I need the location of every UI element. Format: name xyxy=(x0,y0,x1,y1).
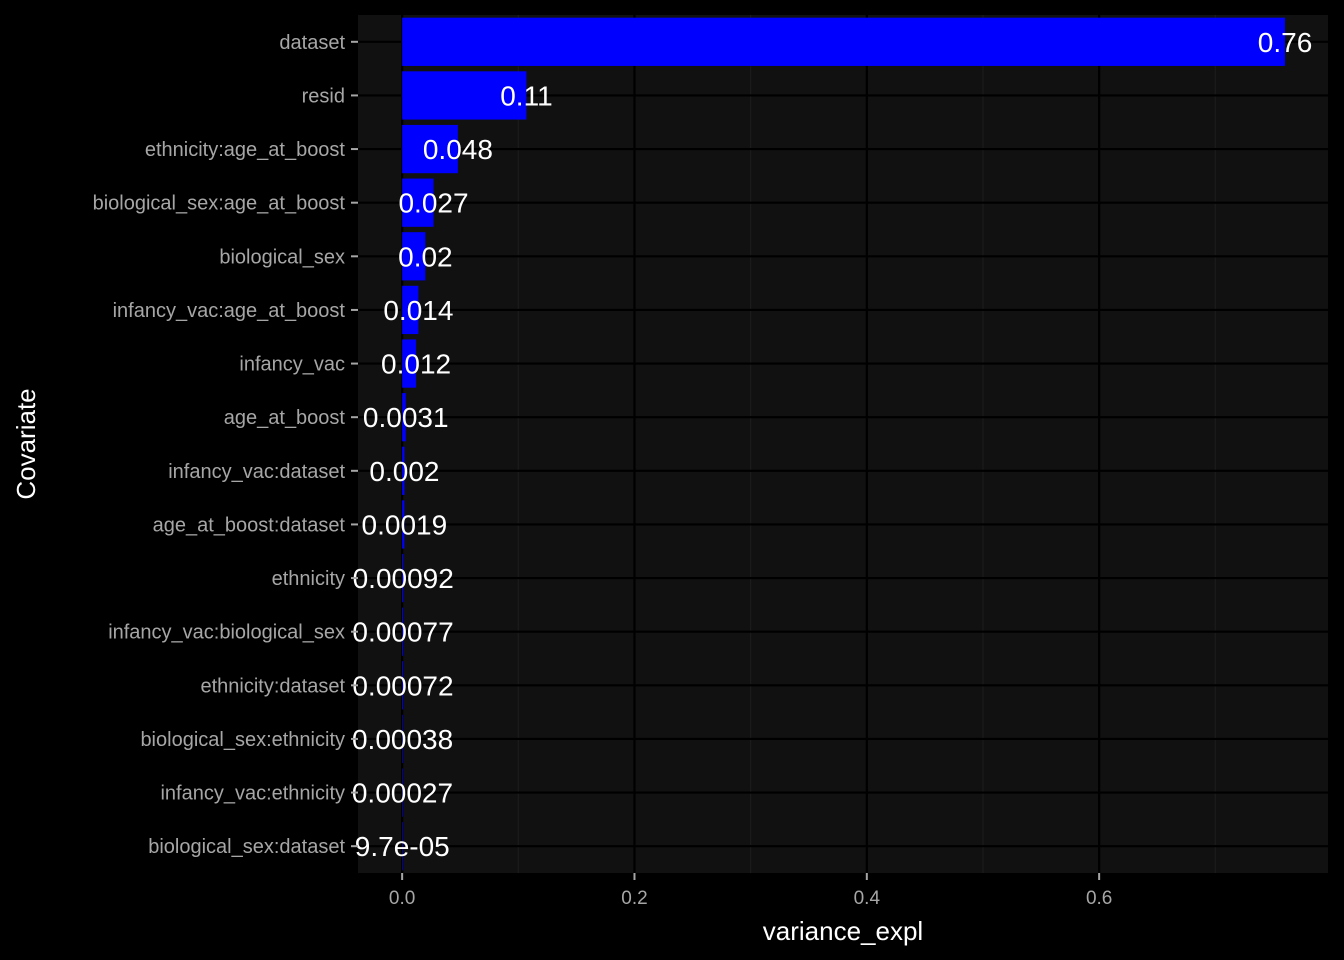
y-tick-label-15: biological_sex:dataset xyxy=(148,836,345,858)
data-label-7: 0.0031 xyxy=(363,402,449,433)
data-label-10: 0.00092 xyxy=(353,563,454,594)
x-axis-title: variance_expl xyxy=(763,916,923,946)
y-axis-title: Covariate xyxy=(11,388,41,499)
y-tick-label-1: resid xyxy=(302,85,345,107)
data-label-12: 0.00072 xyxy=(352,670,453,701)
y-tick-label-14: infancy_vac:ethnicity xyxy=(160,783,345,805)
data-label-6: 0.012 xyxy=(381,349,451,380)
data-label-2: 0.048 xyxy=(423,134,493,165)
data-label-15: 9.7e-05 xyxy=(355,831,450,862)
data-label-3: 0.027 xyxy=(398,188,468,219)
y-tick-label-11: infancy_vac:biological_sex xyxy=(108,622,345,644)
y-tick-label-3: biological_sex:age_at_boost xyxy=(93,193,346,215)
y-tick-label-5: infancy_vac:age_at_boost xyxy=(113,300,346,322)
plot-panel xyxy=(358,15,1328,873)
data-label-1: 0.11 xyxy=(500,80,552,111)
variance-bar-chart: 0.76 0.110.048 0.027 0.02 0.014 0.012 0.0031 0.… xyxy=(0,0,1344,960)
data-label-0: 0.76 xyxy=(1258,27,1313,58)
y-tick-label-13: biological_sex:ethnicity xyxy=(140,729,345,751)
x-tick-label-1: 0.2 xyxy=(621,888,647,909)
x-tick-label-2: 0.4 xyxy=(854,888,881,909)
y-tick-label-9: age_at_boost:dataset xyxy=(153,514,346,536)
y-tick-label-2: ethnicity:age_at_boost xyxy=(145,139,346,161)
y-tick-label-7: age_at_boost xyxy=(224,407,346,429)
y-tick-label-10: ethnicity xyxy=(272,568,345,590)
bar-0 xyxy=(402,17,1286,66)
data-label-8: 0.002 xyxy=(369,456,439,487)
x-tick-label-3: 0.6 xyxy=(1086,888,1112,909)
y-tick-label-4: biological_sex xyxy=(219,246,345,268)
y-tick-label-0: dataset xyxy=(279,32,345,54)
data-label-9: 0.0019 xyxy=(362,509,448,540)
y-tick-label-12: ethnicity:dataset xyxy=(200,675,345,697)
x-tick-label-0: 0.0 xyxy=(389,888,415,909)
data-label-11: 0.00077 xyxy=(352,617,453,648)
y-tick-label-6: infancy_vac xyxy=(239,354,345,376)
data-label-4: 0.02 xyxy=(398,241,453,272)
data-label-5: 0.014 xyxy=(383,295,453,326)
y-tick-label-8: infancy_vac:dataset xyxy=(168,461,345,483)
data-label-13: 0.00038 xyxy=(352,724,453,755)
data-label-14: 0.00027 xyxy=(352,778,453,809)
